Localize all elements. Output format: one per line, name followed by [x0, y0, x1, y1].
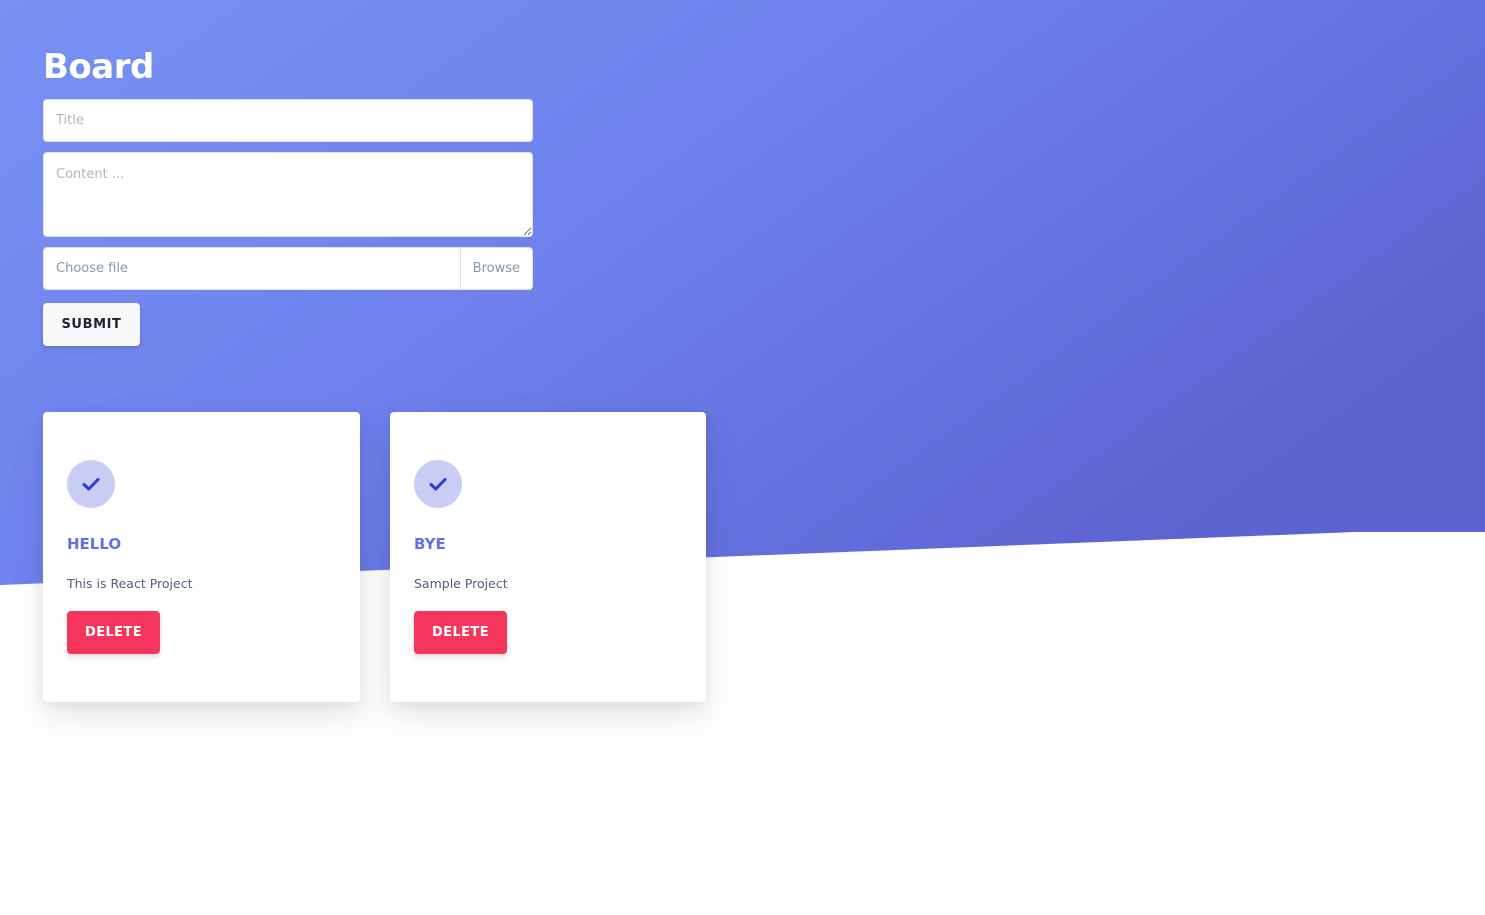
check-icon-badge [67, 460, 115, 508]
delete-button[interactable]: DELETE [67, 611, 160, 654]
page: Board Choose file Browse SUBMIT HELLO Th… [0, 0, 1485, 915]
delete-button[interactable]: DELETE [414, 611, 507, 654]
page-title: Board [43, 47, 154, 87]
file-input[interactable]: Choose file Browse [43, 247, 533, 290]
browse-button[interactable]: Browse [459, 248, 532, 289]
content-textarea[interactable] [43, 152, 533, 237]
project-card: HELLO This is React Project DELETE [43, 412, 360, 702]
title-input[interactable] [43, 99, 533, 142]
card-title: HELLO [67, 535, 122, 553]
check-icon [82, 478, 100, 491]
card-description: This is React Project [67, 576, 193, 591]
card-description: Sample Project [414, 576, 508, 591]
card-title: BYE [414, 535, 446, 553]
check-icon [429, 478, 447, 491]
check-icon-badge [414, 460, 462, 508]
submit-button[interactable]: SUBMIT [43, 303, 140, 346]
file-input-label: Choose file [56, 261, 128, 276]
project-card: BYE Sample Project DELETE [390, 412, 706, 702]
